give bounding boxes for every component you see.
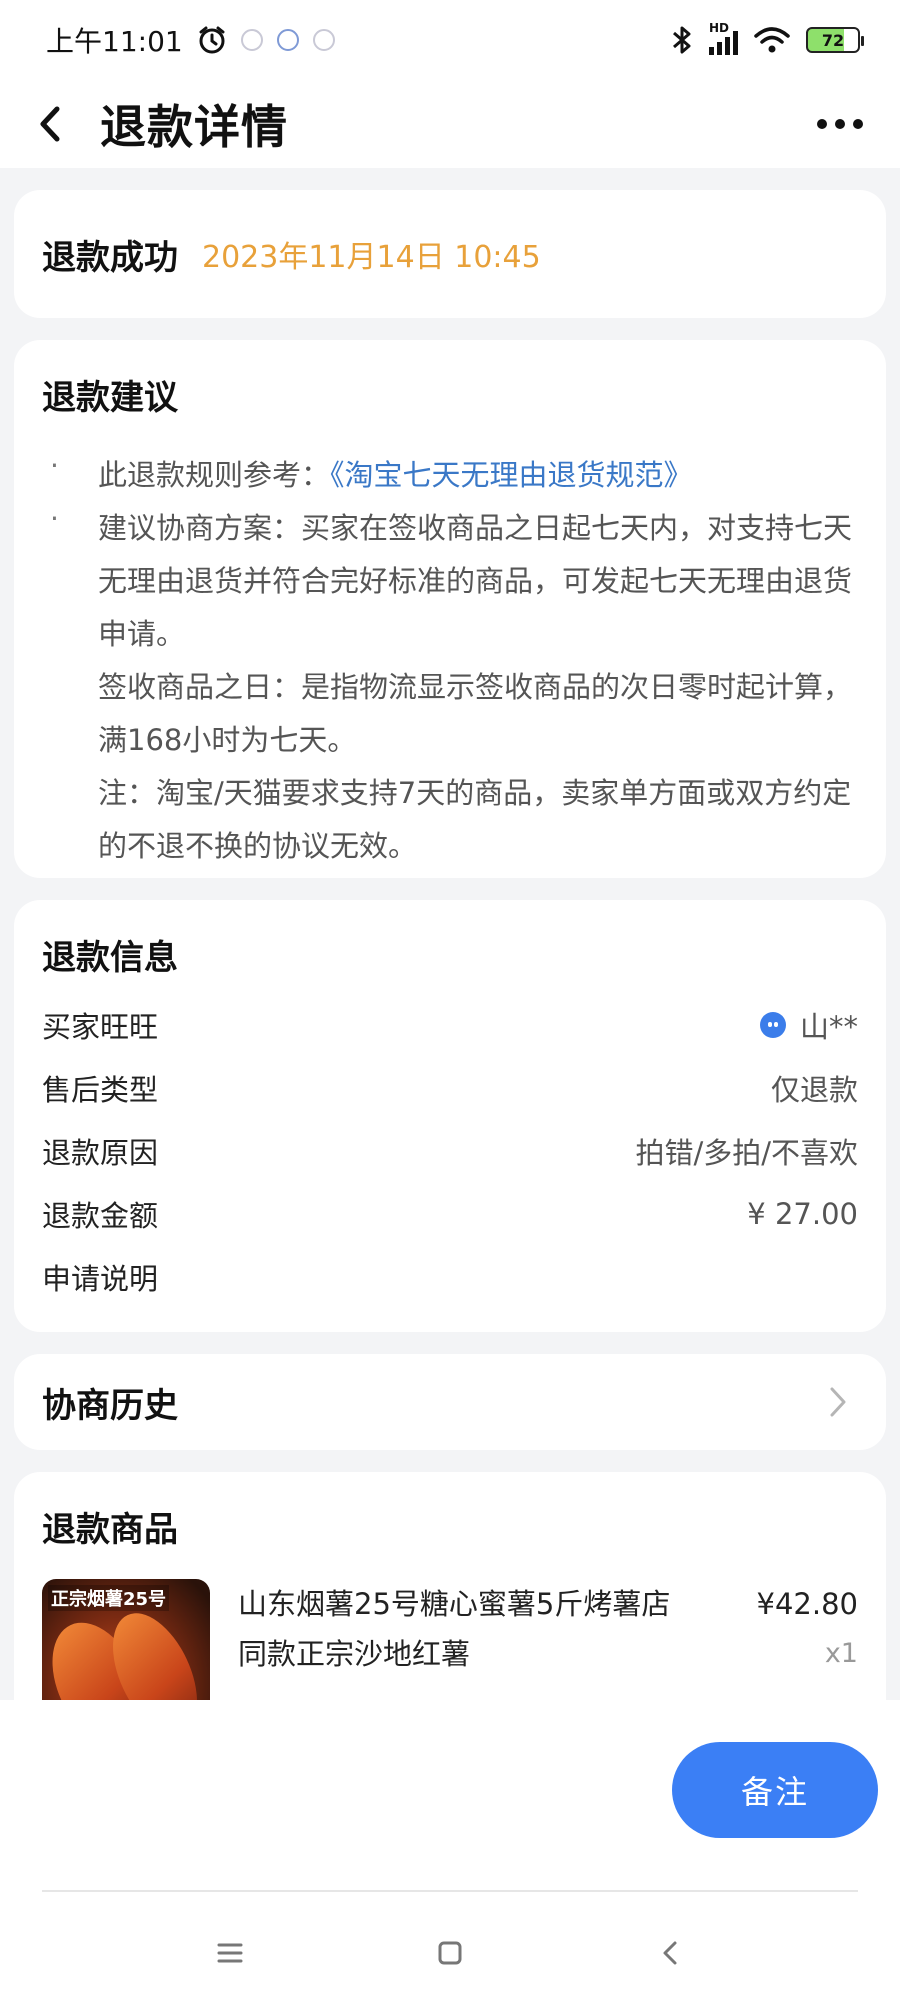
product-quantity: x1 [824,1638,858,1669]
info-label: 买家旺旺 [42,1009,159,1044]
page-title: 退款详情 [100,100,288,154]
advice-paragraph: 注：淘宝/天猫要求支持7天的商品，卖家单方面或双方约定的不退不换的协议无效。 [98,776,852,863]
refund-status-time: 2023年11月14日 10:45 [202,240,541,275]
bottom-area: 备注 [0,1700,900,2000]
refund-goods-card: 退款商品 正宗烟薯25号 山东烟薯25号糖心蜜薯5斤烤薯店同款正宗沙地红薯 ¥4… [14,1472,886,1700]
advice-paragraph: 签收商品之日：是指物流显示签收商品的次日零时起计算，满168小时为七天。 [98,670,853,757]
thumb-tag: 正宗烟薯25号 [48,1585,170,1611]
product-image: 正宗烟薯25号 [42,1579,210,1700]
bluetooth-icon [673,26,691,54]
history-title: 协商历史 [42,1385,178,1426]
product-price: ¥42.80 [756,1587,858,1621]
info-row-reason: 退款原因 拍错/多拍/不喜欢 [42,1119,858,1182]
bullet-icon: · [50,502,59,535]
home-square-icon [438,1941,462,1965]
refund-advice-card: 退款建议 · 此退款规则参考：《淘宝七天无理由退货规范》 · 建议协商方案：买家… [14,340,886,878]
menu-button[interactable] [200,1928,260,1978]
advice-title: 退款建议 [42,378,178,418]
info-title: 退款信息 [42,938,178,978]
back-button[interactable] [0,80,100,168]
advice-paragraph: 建议协商方案：买家在签收商品之日起七天内，对支持七天无理由退货并符合完好标准的商… [98,511,853,651]
refund-status-card: 退款成功 2023年11月14日 10:45 [14,190,886,318]
notification-icon [312,29,335,51]
system-nav-bar [0,1928,900,1978]
info-row-type: 售后类型 仅退款 [42,1056,858,1119]
chevron-right-icon [818,1382,858,1422]
refund-status-label: 退款成功 [42,237,178,278]
notification-icon [240,29,263,51]
rule-link[interactable]: 《淘宝七天无理由退货规范》 [330,458,693,492]
negotiation-history-row[interactable]: 协商历史 [14,1354,886,1450]
info-label: 退款原因 [42,1135,159,1170]
battery-icon: 72 [806,27,864,53]
info-value: 山** [799,1009,858,1044]
goods-title: 退款商品 [42,1510,178,1550]
chevron-left-icon [40,106,60,142]
wifi-icon [754,27,790,53]
status-left: 上午11:01 [46,20,335,60]
more-dots-icon [817,119,827,129]
more-dots-icon [853,119,863,129]
nav-bar: 退款详情 [0,80,900,168]
info-row-note: 申请说明 [42,1245,858,1308]
info-row-amount: 退款金额 ¥ 27.00 [42,1182,858,1245]
info-label: 申请说明 [42,1261,159,1296]
product-name: 山东烟薯25号糖心蜜薯5斤烤薯店同款正宗沙地红薯 [238,1587,671,1671]
back-arrow-icon [663,1941,677,1965]
goods-item[interactable]: 正宗烟薯25号 山东烟薯25号糖心蜜薯5斤烤薯店同款正宗沙地红薯 ¥42.80 … [42,1579,858,1700]
rule-prefix: 此退款规则参考： [98,458,331,492]
bullet-icon: · [50,449,59,482]
notification-icon [276,29,299,51]
hd-badge: HD [709,21,730,35]
signal-icon: HD [709,21,738,55]
info-value: ¥ 27.00 [747,1196,858,1231]
battery-level: 72 [821,30,845,50]
info-value: 拍错/多拍/不喜欢 [635,1135,858,1170]
status-right: HD 72 [671,21,864,56]
refund-info-card: 退款信息 买家旺旺 山** 售后类型 仅退款 退款原因 拍错/多拍/不喜欢 退款… [14,900,886,1332]
more-button[interactable] [810,100,870,148]
wangwang-icon [759,1011,786,1038]
info-label: 售后类型 [42,1072,159,1107]
info-row-buyer: 买家旺旺 山** [42,993,858,1056]
advice-item-suggestion: · 建议协商方案：买家在签收商品之日起七天内，对支持七天无理由退货并符合完好标准… [42,502,858,873]
status-time: 上午11:01 [46,25,183,58]
status-bar: 上午11:01 HD 72 [0,0,900,80]
advice-list: · 此退款规则参考：《淘宝七天无理由退货规范》 · 建议协商方案：买家在签收商品… [42,449,858,873]
advice-item-rule: · 此退款规则参考：《淘宝七天无理由退货规范》 [42,449,858,502]
info-value: 仅退款 [770,1072,858,1107]
system-back-button[interactable] [640,1928,700,1978]
info-label: 退款金额 [42,1198,159,1233]
home-button[interactable] [420,1928,480,1978]
alarm-icon [199,26,225,54]
product-price-block: ¥42.80 x1 [757,1579,858,1679]
more-dots-icon [835,119,845,129]
menu-icon [217,1943,243,1963]
remark-button[interactable]: 备注 [672,1742,878,1838]
buyer-wangwang[interactable]: 山** [759,1004,858,1046]
divider [42,1890,858,1892]
